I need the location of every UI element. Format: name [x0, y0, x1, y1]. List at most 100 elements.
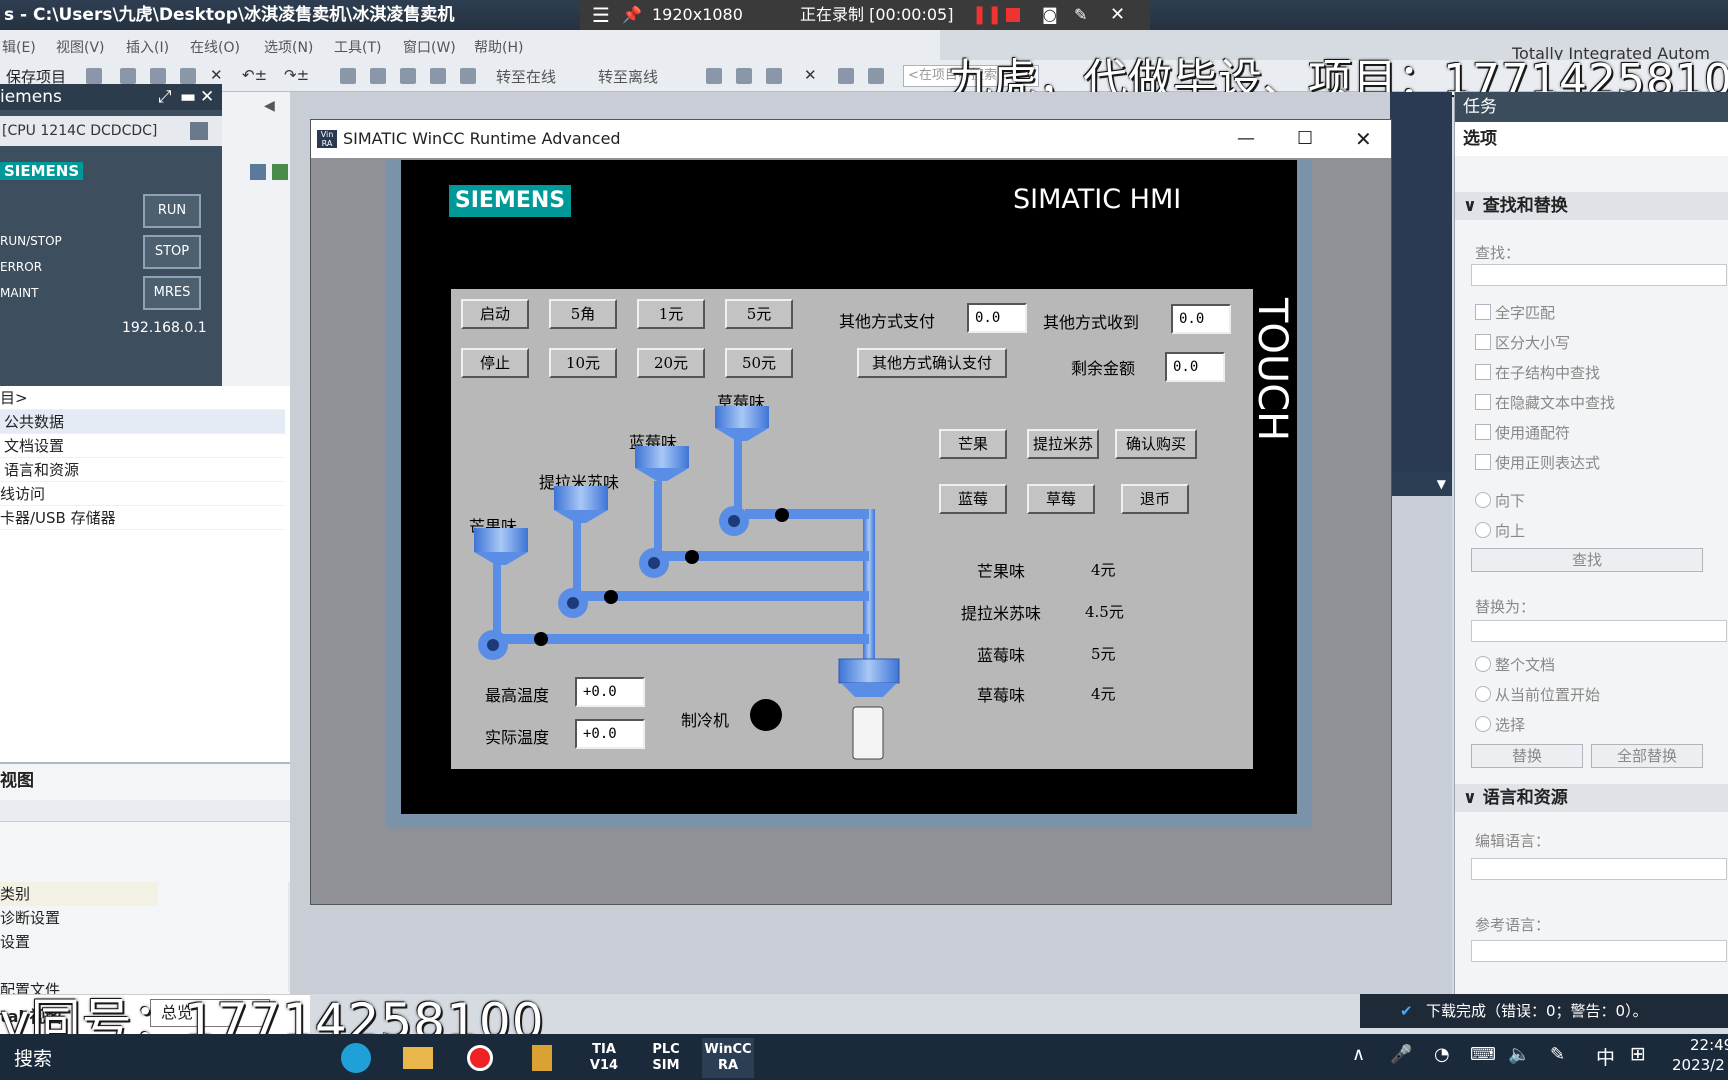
- replace-all-button[interactable]: 全部替换: [1591, 744, 1703, 768]
- go-online-button[interactable]: 转至在线: [496, 66, 556, 87]
- pause-icon[interactable]: ❚❚: [972, 0, 1002, 30]
- tree-item-languages[interactable]: 语言和资源: [0, 458, 285, 482]
- view-icon[interactable]: [250, 164, 266, 180]
- pen-tray-icon[interactable]: ✎: [1550, 1044, 1565, 1065]
- add-icon[interactable]: [272, 164, 288, 180]
- stop-record-icon[interactable]: [1006, 8, 1020, 22]
- run-button[interactable]: RUN: [143, 194, 201, 228]
- keyboard-icon[interactable]: ⌨: [1470, 1044, 1496, 1065]
- menu-help[interactable]: 帮助(H): [474, 37, 523, 57]
- ime-indicator[interactable]: 中: [1596, 1043, 1615, 1070]
- find-button[interactable]: 查找: [1471, 548, 1703, 572]
- sim-stop-icon[interactable]: [460, 68, 476, 84]
- cut-icon[interactable]: [120, 68, 136, 84]
- hidden-text-checkbox[interactable]: [1475, 394, 1491, 410]
- plcsim-icon[interactable]: PLC SIM: [640, 1038, 692, 1078]
- detail-row-category[interactable]: 类别: [0, 882, 158, 906]
- menu-icon[interactable]: ☰: [592, 0, 610, 30]
- wildcard-checkbox[interactable]: [1475, 424, 1491, 440]
- minimize-icon[interactable]: ▬: [180, 84, 196, 110]
- tree-item-common-data[interactable]: 公共数据: [0, 410, 285, 434]
- accessible-devices-icon[interactable]: [706, 68, 722, 84]
- ime-mode-icon[interactable]: ⊞: [1630, 1043, 1646, 1065]
- tray-chevron-icon[interactable]: ∧: [1352, 1044, 1365, 1065]
- ref-lang-select[interactable]: [1471, 940, 1727, 962]
- edit-lang-select[interactable]: [1471, 858, 1727, 880]
- scope-selection-radio[interactable]: [1475, 716, 1491, 732]
- tree-item-doc-settings[interactable]: 文档设置: [0, 434, 285, 458]
- menu-insert[interactable]: 插入(I): [126, 37, 169, 57]
- split-vertical-icon[interactable]: [868, 68, 884, 84]
- valve-indicator-strawberry: [775, 508, 789, 522]
- compile-icon[interactable]: [340, 68, 356, 84]
- menu-tools[interactable]: 工具(T): [334, 37, 381, 57]
- network-icon[interactable]: ◔: [1434, 1044, 1450, 1065]
- find-input[interactable]: [1471, 264, 1727, 286]
- tree-item-online-access[interactable]: 线访问: [0, 482, 285, 506]
- whole-word-checkbox[interactable]: [1475, 304, 1491, 320]
- upload-icon[interactable]: [400, 68, 416, 84]
- max-temp-input[interactable]: +0.0: [575, 677, 645, 707]
- camera-icon[interactable]: ◙: [1042, 0, 1058, 30]
- replace-input[interactable]: [1471, 620, 1727, 642]
- direction-down-radio[interactable]: [1475, 492, 1491, 508]
- close-icon[interactable]: ✕: [200, 84, 214, 110]
- undo-icon[interactable]: ↶±: [242, 66, 267, 84]
- replace-button[interactable]: 替换: [1471, 744, 1583, 768]
- tree-item-card-reader[interactable]: 卡器/USB 存储器: [0, 506, 285, 530]
- menu-online[interactable]: 在线(O): [190, 37, 240, 57]
- substructure-checkbox[interactable]: [1475, 364, 1491, 380]
- taskbar-search[interactable]: 搜索: [14, 1044, 52, 1071]
- wincc-title: SIMATIC WinCC Runtime Advanced: [343, 129, 621, 148]
- wincc-ra-icon[interactable]: WinCC RA: [702, 1038, 754, 1078]
- delete-icon[interactable]: ✕: [210, 66, 223, 84]
- whole-word-label: 全字匹配: [1495, 304, 1556, 322]
- detail-row-diagnostics[interactable]: 诊断设置: [0, 906, 290, 930]
- float-icon[interactable]: ⤢: [158, 84, 172, 110]
- collapse-icon[interactable]: ◀: [264, 98, 275, 114]
- close-record-icon[interactable]: ✕: [1110, 0, 1125, 30]
- detail-row-settings[interactable]: 设置: [0, 930, 290, 954]
- regex-checkbox[interactable]: [1475, 454, 1491, 470]
- scope-document-radio[interactable]: [1475, 656, 1491, 672]
- lang-section-header[interactable]: ∨ 语言和资源: [1455, 784, 1728, 812]
- pin-icon[interactable]: 📌: [622, 0, 642, 30]
- scope-current-radio[interactable]: [1475, 686, 1491, 702]
- print-icon[interactable]: [86, 68, 102, 84]
- wincc-maximize-icon[interactable]: ☐: [1297, 120, 1313, 158]
- simulation-icon[interactable]: [430, 68, 446, 84]
- tree-item[interactable]: 目>: [0, 386, 285, 410]
- cpu-icon[interactable]: [190, 122, 208, 140]
- start-cpu-icon[interactable]: [736, 68, 752, 84]
- menu-options[interactable]: 选项(N): [264, 37, 313, 57]
- pen-icon[interactable]: ✎: [1074, 0, 1087, 30]
- stop-button[interactable]: STOP: [143, 235, 201, 269]
- split-horizontal-icon[interactable]: [838, 68, 854, 84]
- menu-edit[interactable]: 辑(E): [2, 37, 36, 57]
- match-case-label: 区分大小写: [1495, 334, 1571, 352]
- redo-icon[interactable]: ↷±: [284, 66, 309, 84]
- volume-icon[interactable]: 🔈: [1508, 1044, 1530, 1065]
- edge-icon[interactable]: [330, 1038, 382, 1078]
- wincc-minimize-icon[interactable]: —: [1237, 120, 1255, 158]
- mres-button[interactable]: MRES: [143, 276, 201, 310]
- stop-cpu-icon[interactable]: [766, 68, 782, 84]
- find-replace-header[interactable]: ∨ 查找和替换: [1455, 192, 1728, 220]
- explorer-icon[interactable]: [392, 1038, 444, 1078]
- cross-ref-icon[interactable]: ✕: [804, 66, 817, 84]
- tia-portal-icon[interactable]: TIA V14: [578, 1038, 630, 1078]
- mic-icon[interactable]: 🎤: [1390, 1044, 1412, 1065]
- match-case-checkbox[interactable]: [1475, 334, 1491, 350]
- recorder-icon[interactable]: [454, 1038, 506, 1078]
- go-offline-button[interactable]: 转至离线: [598, 66, 658, 87]
- download-icon[interactable]: [370, 68, 386, 84]
- menu-view[interactable]: 视图(V): [56, 37, 105, 57]
- archive-icon[interactable]: [516, 1038, 568, 1078]
- wincc-close-icon[interactable]: ✕: [1355, 120, 1372, 158]
- direction-up-radio[interactable]: [1475, 522, 1491, 538]
- hmi-screen: 启动 5角 1元 5元 停止 10元 20元 50元 其他方式支付 0.0 其他…: [451, 289, 1253, 769]
- copy-icon[interactable]: [150, 68, 166, 84]
- menu-window[interactable]: 窗口(W): [403, 37, 456, 57]
- paste-icon[interactable]: [180, 68, 196, 84]
- panel-dropdown-icon[interactable]: ▼: [1392, 472, 1452, 496]
